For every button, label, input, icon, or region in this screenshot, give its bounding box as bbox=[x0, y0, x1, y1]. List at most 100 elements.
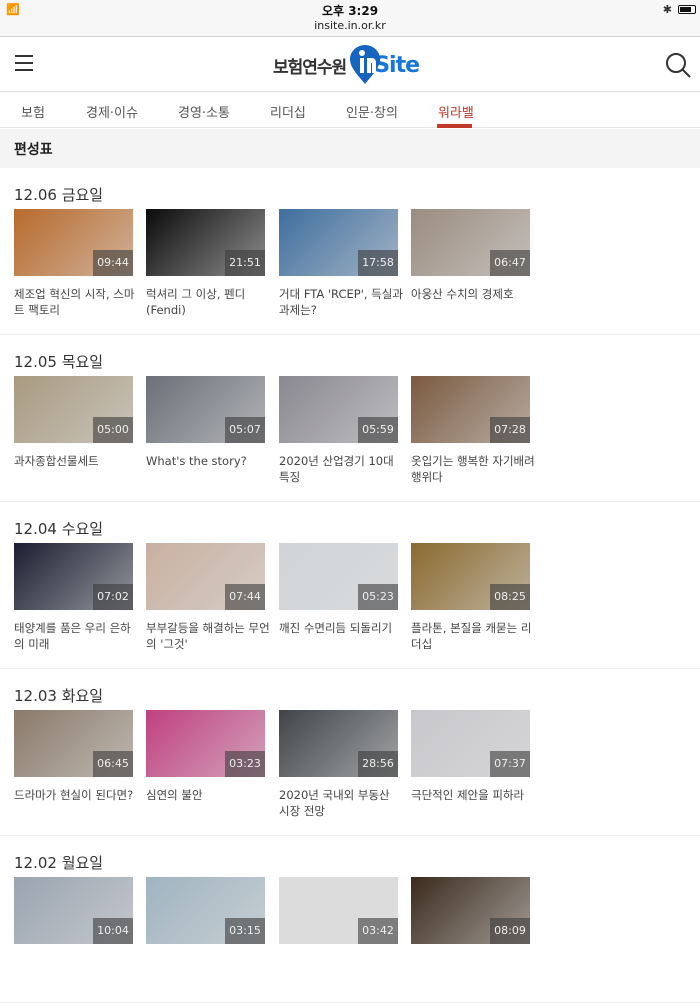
video-duration: 17:58 bbox=[358, 250, 398, 276]
video-title[interactable]: 아웅산 수치의 경제호 bbox=[411, 286, 535, 302]
category-nav: 보험 경제·이슈 경영·소통 리더십 인문·창의 워라밸 bbox=[0, 92, 700, 128]
video-thumbnail[interactable]: 06:45 bbox=[14, 710, 133, 777]
video-duration: 05:23 bbox=[358, 584, 398, 610]
logo-pin-icon bbox=[350, 45, 381, 84]
video-duration: 07:02 bbox=[93, 584, 133, 610]
video-title[interactable]: 태양계를 품은 우리 은하의 미래 bbox=[14, 620, 138, 652]
nav-tab-3[interactable]: 리더십 bbox=[270, 102, 306, 121]
video-item[interactable]: 07:44 부부갈등을 해결하는 무언의 '그것' bbox=[146, 543, 270, 652]
day-section: 12.05 목요일 05:00 과자종합선물세트 05:07 What's the st… bbox=[0, 335, 700, 502]
video-thumbnail[interactable]: 07:37 bbox=[411, 710, 530, 777]
video-item[interactable]: 08:25 플라톤, 본질을 캐묻는 리더십 bbox=[411, 543, 531, 652]
video-title[interactable]: 드라마가 현실이 된다면? bbox=[14, 787, 138, 803]
video-duration: 03:23 bbox=[225, 751, 265, 777]
nav-tab-0[interactable]: 보험 bbox=[21, 102, 45, 121]
site-header: 보험연수원 Site bbox=[0, 38, 700, 92]
video-thumbnail[interactable]: 05:59 bbox=[279, 376, 398, 443]
video-item[interactable]: 05:59 2020년 산업경기 10대 특징 bbox=[279, 376, 398, 485]
video-item[interactable]: 06:47 아웅산 수치의 경제호 bbox=[411, 209, 530, 302]
video-item[interactable]: 10:04 bbox=[14, 877, 133, 954]
video-thumbnail[interactable]: 05:23 bbox=[279, 543, 398, 610]
day-section: 12.06 금요일 09:44 제조업 혁신의 시작, 스마트 팩토리 21:51 럭셔… bbox=[0, 168, 700, 335]
schedule-heading: 편성표 bbox=[0, 129, 700, 168]
video-duration: 08:09 bbox=[490, 918, 530, 944]
site-logo[interactable]: 보험연수원 Site bbox=[273, 44, 420, 86]
video-duration: 21:51 bbox=[225, 250, 265, 276]
video-duration: 07:44 bbox=[225, 584, 265, 610]
video-item[interactable]: 08:09 bbox=[411, 877, 530, 954]
video-thumbnail[interactable]: 05:00 bbox=[14, 376, 133, 443]
video-title[interactable]: 플라톤, 본질을 캐묻는 리더십 bbox=[411, 620, 535, 652]
video-title[interactable]: 부부갈등을 해결하는 무언의 '그것' bbox=[146, 620, 270, 652]
video-thumbnail[interactable]: 07:28 bbox=[411, 376, 530, 443]
video-title[interactable]: What's the story? bbox=[146, 453, 270, 469]
video-title[interactable]: 옷입기는 행복한 자기배려 행위다 bbox=[411, 453, 535, 485]
video-duration: 05:00 bbox=[93, 417, 133, 443]
video-duration: 08:25 bbox=[490, 584, 530, 610]
video-duration: 03:15 bbox=[225, 918, 265, 944]
nav-tab-4[interactable]: 인문·창의 bbox=[346, 102, 398, 121]
video-item[interactable]: 07:02 태양계를 품은 우리 은하의 미래 bbox=[14, 543, 133, 652]
video-title[interactable]: 심연의 불안 bbox=[146, 787, 270, 803]
video-thumbnail[interactable]: 07:44 bbox=[146, 543, 265, 610]
video-thumbnail[interactable]: 06:47 bbox=[411, 209, 530, 276]
video-title[interactable]: 제조업 혁신의 시작, 스마트 팩토리 bbox=[14, 286, 138, 318]
day-heading: 12.06 금요일 bbox=[14, 186, 104, 204]
day-heading: 12.05 목요일 bbox=[14, 353, 104, 371]
video-thumbnail[interactable]: 09:44 bbox=[14, 209, 133, 276]
video-item[interactable]: 09:44 제조업 혁신의 시작, 스마트 팩토리 bbox=[14, 209, 134, 318]
video-duration: 06:47 bbox=[490, 250, 530, 276]
day-heading: 12.03 화요일 bbox=[14, 687, 104, 705]
video-duration: 03:42 bbox=[358, 918, 398, 944]
video-title[interactable]: 깨진 수면리듬 되돌리기 bbox=[279, 620, 403, 636]
video-duration: 05:59 bbox=[358, 417, 398, 443]
hamburger-menu-icon[interactable] bbox=[15, 55, 33, 71]
video-title[interactable]: 럭셔리 그 이상, 펜디 (Fendi) bbox=[146, 286, 270, 318]
video-title[interactable]: 2020년 산업경기 10대 특징 bbox=[279, 453, 403, 485]
video-item[interactable]: 06:45 드라마가 현실이 된다면? bbox=[14, 710, 133, 803]
video-thumbnail[interactable]: 03:23 bbox=[146, 710, 265, 777]
video-item[interactable]: 21:51 럭셔리 그 이상, 펜디 (Fendi) bbox=[146, 209, 265, 318]
video-title[interactable]: 거대 FTA 'RCEP', 득실과 과제는? bbox=[279, 286, 403, 318]
video-item[interactable]: 17:58 거대 FTA 'RCEP', 득실과 과제는? bbox=[279, 209, 403, 318]
nav-tab-2[interactable]: 경영·소통 bbox=[178, 102, 230, 121]
day-heading: 12.02 월요일 bbox=[14, 854, 104, 872]
video-title[interactable]: 2020년 국내외 부동산 시장 전망 bbox=[279, 787, 403, 819]
video-duration: 09:44 bbox=[93, 250, 133, 276]
video-duration: 28:56 bbox=[358, 751, 398, 777]
video-item[interactable]: 05:23 깨진 수면리듬 되돌리기 bbox=[279, 543, 398, 636]
nav-tab-5[interactable]: 워라밸 bbox=[438, 102, 474, 121]
logo-korean: 보험연수원 bbox=[273, 57, 347, 78]
video-item[interactable]: 03:15 bbox=[146, 877, 265, 954]
day-section: 12.04 수요일 07:02 태양계를 품은 우리 은하의 미래 07:44 부부갈등… bbox=[0, 502, 700, 669]
video-duration: 07:37 bbox=[490, 751, 530, 777]
active-tab-indicator bbox=[437, 124, 472, 128]
video-thumbnail[interactable]: 07:02 bbox=[14, 543, 133, 610]
video-duration: 06:45 bbox=[93, 751, 133, 777]
video-duration: 07:28 bbox=[490, 417, 530, 443]
address-bar[interactable]: insite.in.or.kr bbox=[0, 19, 700, 32]
video-thumbnail[interactable]: 21:51 bbox=[146, 209, 265, 276]
nav-tab-1[interactable]: 경제·이슈 bbox=[86, 102, 138, 121]
video-title[interactable]: 극단적인 제안을 피하라 bbox=[411, 787, 535, 803]
day-section: 12.02 월요일 10:04 03:15 03:42 08:09 bbox=[0, 836, 700, 1003]
video-title[interactable]: 과자종합선물세트 bbox=[14, 453, 138, 469]
search-icon[interactable] bbox=[664, 51, 692, 79]
status-bar: 📶 오후 3:29 insite.in.or.kr ✱ bbox=[0, 0, 700, 37]
video-item[interactable]: 05:07 What's the story? bbox=[146, 376, 265, 469]
video-thumbnail[interactable]: 08:25 bbox=[411, 543, 530, 610]
status-time: 오후 3:29 bbox=[321, 4, 379, 18]
video-item[interactable]: 07:28 옷입기는 행복한 자기배려 행위다 bbox=[411, 376, 535, 485]
video-item[interactable]: 03:23 심연의 불안 bbox=[146, 710, 265, 803]
video-duration: 05:07 bbox=[225, 417, 265, 443]
video-item[interactable]: 28:56 2020년 국내외 부동산 시장 전망 bbox=[279, 710, 398, 819]
video-thumbnail[interactable]: 28:56 bbox=[279, 710, 398, 777]
day-heading: 12.04 수요일 bbox=[14, 520, 104, 538]
video-item[interactable]: 07:37 극단적인 제안을 피하라 bbox=[411, 710, 530, 803]
battery-icon bbox=[678, 5, 696, 14]
video-item[interactable]: 03:42 bbox=[279, 877, 398, 954]
video-duration: 10:04 bbox=[93, 918, 133, 944]
video-thumbnail[interactable]: 17:58 bbox=[279, 209, 398, 276]
video-item[interactable]: 05:00 과자종합선물세트 bbox=[14, 376, 133, 469]
video-thumbnail[interactable]: 05:07 bbox=[146, 376, 265, 443]
